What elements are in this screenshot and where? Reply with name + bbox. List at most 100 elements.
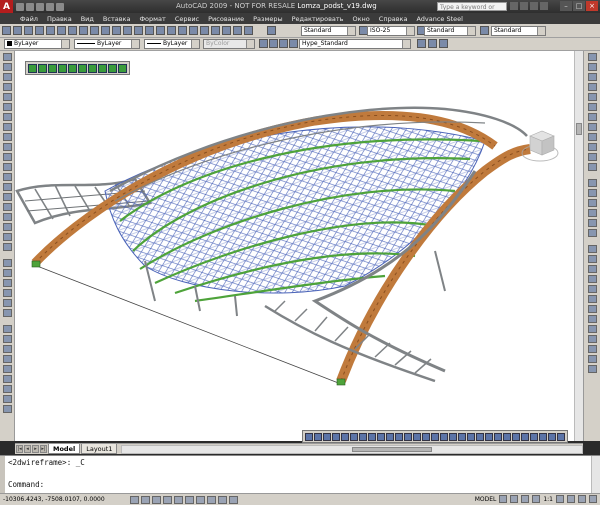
save-icon[interactable] [24, 26, 33, 35]
continuous-orbit-icon[interactable] [587, 365, 597, 373]
design-center-icon[interactable] [189, 26, 198, 35]
sheet-set-icon[interactable] [211, 26, 220, 35]
help-icon[interactable] [540, 2, 548, 10]
snap-mode-icon[interactable] [130, 495, 139, 504]
perpendicular-icon[interactable] [587, 123, 597, 131]
menu-window[interactable]: Окно [353, 15, 370, 23]
multiline-text-icon[interactable] [2, 233, 12, 241]
view-back-icon[interactable] [587, 295, 597, 303]
sphere-icon[interactable] [2, 269, 12, 277]
material-icon[interactable] [2, 289, 12, 297]
copy-icon[interactable] [79, 26, 88, 35]
linetype-select[interactable]: ByLayer [74, 39, 140, 49]
erase-icon[interactable] [2, 325, 12, 333]
ellipse-icon[interactable] [2, 143, 12, 151]
app-menu-button[interactable]: A [0, 0, 13, 13]
steel-list-icon[interactable] [108, 63, 117, 73]
camera-icon[interactable] [2, 309, 12, 317]
scale-icon[interactable] [2, 395, 12, 403]
steel-joint-icon[interactable] [78, 63, 87, 73]
steel-check-icon[interactable] [98, 63, 107, 73]
ucs-origin-icon[interactable] [587, 199, 597, 207]
open-icon[interactable] [13, 26, 22, 35]
ellipse-arc-icon[interactable] [2, 153, 12, 161]
view-front-icon[interactable] [587, 285, 597, 293]
insert-block-icon[interactable] [2, 163, 12, 171]
light-icon[interactable] [2, 299, 12, 307]
ucs-icon[interactable] [587, 179, 597, 187]
lineweight-select[interactable]: ByLayer [144, 39, 200, 49]
dynamic-ucs-icon[interactable] [196, 495, 205, 504]
point-icon[interactable] [2, 183, 12, 191]
zoom-extents-icon[interactable] [494, 432, 502, 441]
zoom-out-icon[interactable] [548, 432, 556, 441]
plot-style-select[interactable]: ByColor [203, 39, 255, 49]
dimension-style-icon[interactable] [485, 432, 493, 441]
polygon-icon[interactable] [2, 83, 12, 91]
dimension-continue-icon[interactable] [395, 432, 403, 441]
osnap-settings-icon[interactable] [587, 163, 597, 171]
steel-grid-icon[interactable] [88, 63, 97, 73]
zoom-scale-icon[interactable] [512, 432, 520, 441]
array-icon[interactable] [2, 365, 12, 373]
command-prompt[interactable]: Command: [8, 480, 44, 489]
color-icon[interactable] [289, 39, 298, 48]
dimension-space-icon[interactable] [404, 432, 412, 441]
orbit-icon[interactable] [587, 345, 597, 353]
tab-model[interactable]: Model [48, 444, 81, 454]
grid-display-icon[interactable] [141, 495, 150, 504]
menu-help[interactable]: Справка [379, 15, 408, 23]
mirror-icon[interactable] [2, 345, 12, 353]
dimension-arc-icon[interactable] [323, 432, 331, 441]
cut-icon[interactable] [68, 26, 77, 35]
steel-beam-icon[interactable] [28, 63, 37, 73]
gradient-icon[interactable] [2, 203, 12, 211]
tab-layout1[interactable]: Layout1 [81, 444, 118, 454]
midpoint-icon[interactable] [587, 73, 597, 81]
menu-advance-steel[interactable]: Advance Steel [416, 15, 463, 23]
view-right-icon[interactable] [587, 275, 597, 283]
prev-tab-icon[interactable]: ◂ [24, 445, 31, 453]
vertical-scroll-thumb[interactable] [576, 123, 582, 135]
zoom-in-icon[interactable] [539, 432, 547, 441]
new-file-icon[interactable] [16, 2, 24, 11]
tool-palettes-icon[interactable] [200, 26, 209, 35]
view-left-icon[interactable] [587, 265, 597, 273]
dimension-update-icon[interactable] [476, 432, 484, 441]
jogged-linear-icon[interactable] [449, 432, 457, 441]
quick-view-drawings-icon[interactable] [510, 495, 519, 503]
snap-icon[interactable] [587, 53, 597, 61]
match-properties-icon[interactable] [101, 26, 110, 35]
horizontal-scrollbar[interactable] [121, 444, 583, 454]
zoom-status-icon[interactable] [532, 495, 541, 503]
menu-edit[interactable]: Правка [47, 15, 72, 23]
construction-line-icon[interactable] [2, 63, 12, 71]
communication-center-icon[interactable] [520, 2, 528, 10]
view-ne-iso-icon[interactable] [587, 325, 597, 333]
view-bottom-icon[interactable] [587, 255, 597, 263]
layer-previous-icon[interactable] [428, 39, 437, 48]
dimension-aligned-icon[interactable] [314, 432, 322, 441]
undo-icon[interactable] [112, 26, 121, 35]
command-window-grip[interactable] [0, 456, 5, 494]
add-selected-icon[interactable] [2, 243, 12, 251]
cursor-coordinates[interactable]: -10306.4243, -7508.0107, 0.0000 [0, 496, 130, 503]
pan-status-icon[interactable] [521, 495, 530, 503]
dynamic-input-icon[interactable] [207, 495, 216, 504]
dim-style-select[interactable]: ISO-25 [367, 26, 415, 36]
workspace-switch-icon[interactable] [567, 495, 575, 503]
dimension-ordinate-icon[interactable] [332, 432, 340, 441]
free-orbit-icon[interactable] [587, 355, 597, 363]
region-icon[interactable] [2, 213, 12, 221]
zoom-previous-icon[interactable] [167, 26, 176, 35]
move-icon[interactable] [2, 375, 12, 383]
intersection-icon[interactable] [587, 83, 597, 91]
quick-dimension-icon[interactable] [377, 432, 385, 441]
help-icon[interactable] [244, 26, 253, 35]
dimension-break-icon[interactable] [413, 432, 421, 441]
zoom-all-icon[interactable] [503, 432, 511, 441]
make-current-layer-icon[interactable] [417, 39, 426, 48]
menu-insert[interactable]: Вставка [103, 15, 131, 23]
view-top-icon[interactable] [587, 245, 597, 253]
redo-icon[interactable] [123, 26, 132, 35]
